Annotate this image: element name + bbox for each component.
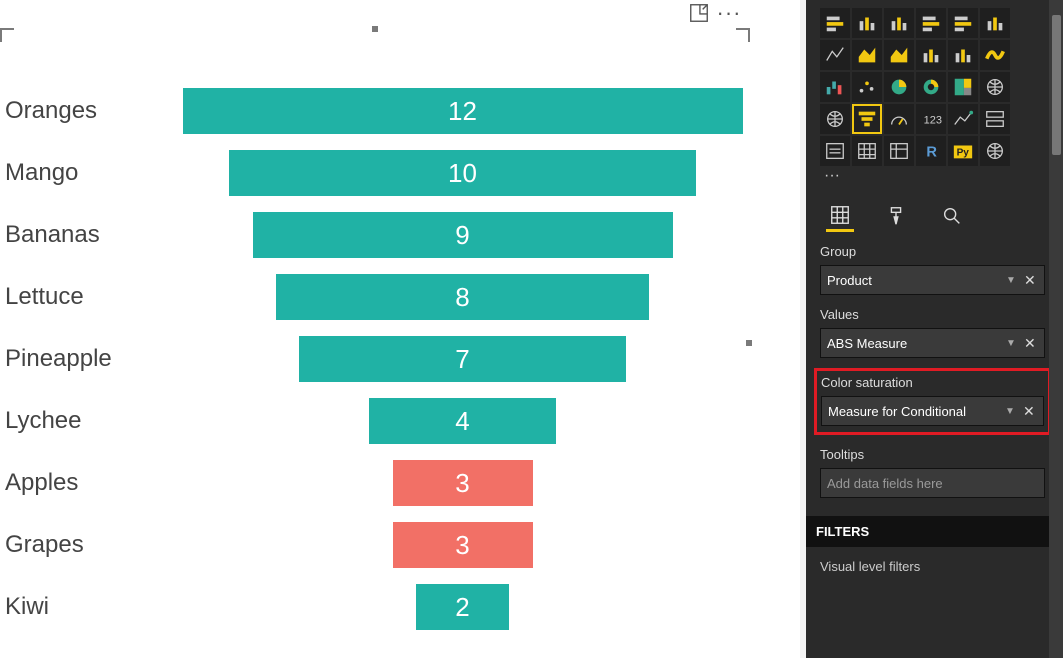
vis-multi-card-icon[interactable] bbox=[980, 104, 1010, 134]
vis-bar-stacked-icon[interactable] bbox=[820, 8, 850, 38]
vis-filled-map-icon[interactable] bbox=[820, 104, 850, 134]
vis-treemap-icon[interactable] bbox=[948, 72, 978, 102]
vis-r-visual-icon[interactable]: R bbox=[916, 136, 946, 166]
chevron-down-icon[interactable]: ▼ bbox=[1006, 338, 1020, 349]
tab-analytics[interactable] bbox=[938, 204, 966, 232]
tooltips-well[interactable]: Add data fields here bbox=[820, 468, 1045, 498]
more-visuals-icon[interactable]: ··· bbox=[820, 166, 850, 186]
chart-row[interactable]: Kiwi 2 bbox=[5, 576, 790, 638]
close-icon[interactable]: ✕ bbox=[1024, 335, 1038, 352]
visual-level-filters-label: Visual level filters bbox=[820, 559, 1045, 574]
visual-gallery: 123 R Py bbox=[820, 8, 1018, 166]
close-icon[interactable]: ✕ bbox=[1024, 272, 1038, 289]
vis-py-visual-icon[interactable]: Py bbox=[948, 136, 978, 166]
pane-scrollbar[interactable] bbox=[1049, 0, 1063, 658]
chart-row[interactable]: Lettuce 8 bbox=[5, 266, 790, 328]
vis-donut-icon[interactable] bbox=[916, 72, 946, 102]
vis-line-icon[interactable] bbox=[820, 40, 850, 70]
chart-row[interactable]: Lychee 4 bbox=[5, 390, 790, 452]
values-label: Values bbox=[820, 307, 1045, 322]
vis-funnel-icon[interactable] bbox=[852, 104, 882, 134]
category-label: Pineapple bbox=[5, 345, 135, 373]
category-label: Lychee bbox=[5, 407, 135, 435]
chart-row[interactable]: Pineapple 7 bbox=[5, 328, 790, 390]
vis-column-stacked-icon[interactable] bbox=[852, 8, 882, 38]
chart-row[interactable]: Grapes 3 bbox=[5, 514, 790, 576]
svg-text:R: R bbox=[926, 145, 937, 161]
visualizations-pane: 123 R Py ··· Group Product ▼ ✕ Values ABS … bbox=[800, 0, 1063, 658]
chevron-down-icon[interactable]: ▼ bbox=[1006, 275, 1020, 286]
vis-pie-icon[interactable] bbox=[884, 72, 914, 102]
group-value: Product bbox=[827, 273, 1002, 288]
color-saturation-well[interactable]: Measure for Conditional ▼ ✕ bbox=[821, 396, 1044, 426]
group-well[interactable]: Product ▼ ✕ bbox=[820, 265, 1045, 295]
svg-text:123: 123 bbox=[924, 115, 942, 127]
tab-format[interactable] bbox=[882, 204, 910, 232]
color-saturation-value: Measure for Conditional bbox=[828, 404, 1001, 419]
bar[interactable]: 8 bbox=[276, 274, 649, 320]
category-label: Bananas bbox=[5, 221, 135, 249]
vis-column-clustered-icon[interactable] bbox=[884, 8, 914, 38]
funnel-chart[interactable]: Oranges 12 Mango 10 Bananas 9 Lettuce 8 Pineappl… bbox=[5, 20, 790, 638]
chart-row[interactable]: Apples 3 bbox=[5, 452, 790, 514]
category-label: Mango bbox=[5, 159, 135, 187]
vis-area-stacked-icon[interactable] bbox=[884, 40, 914, 70]
chart-row[interactable]: Oranges 12 bbox=[5, 80, 790, 142]
bar[interactable]: 12 bbox=[183, 88, 743, 134]
category-label: Kiwi bbox=[5, 593, 135, 621]
vis-gauge-icon[interactable] bbox=[884, 104, 914, 134]
vis-kpi-icon[interactable] bbox=[948, 104, 978, 134]
chart-row[interactable]: Bananas 9 bbox=[5, 204, 790, 266]
tooltips-label: Tooltips bbox=[820, 447, 1045, 462]
color-saturation-highlight: Color saturation Measure for Conditional… bbox=[814, 368, 1051, 435]
vis-line-column-clustered-icon[interactable] bbox=[948, 40, 978, 70]
color-saturation-label: Color saturation bbox=[821, 375, 1044, 390]
tab-fields[interactable] bbox=[826, 204, 854, 232]
vis-column-100-icon[interactable] bbox=[980, 8, 1010, 38]
chevron-down-icon[interactable]: ▼ bbox=[1005, 406, 1019, 417]
chart-row[interactable]: Mango 10 bbox=[5, 142, 790, 204]
bar[interactable]: 7 bbox=[299, 336, 626, 382]
vis-line-column-icon[interactable] bbox=[916, 40, 946, 70]
bar[interactable]: 3 bbox=[393, 522, 533, 568]
values-well[interactable]: ABS Measure ▼ ✕ bbox=[820, 328, 1045, 358]
values-value: ABS Measure bbox=[827, 336, 1002, 351]
group-label: Group bbox=[820, 244, 1045, 259]
vis-bar-clustered-icon[interactable] bbox=[916, 8, 946, 38]
bar[interactable]: 9 bbox=[253, 212, 673, 258]
category-label: Oranges bbox=[5, 97, 135, 125]
svg-text:Py: Py bbox=[957, 148, 970, 159]
category-label: Lettuce bbox=[5, 283, 135, 311]
vis-waterfall-icon[interactable] bbox=[820, 72, 850, 102]
vis-table-icon[interactable] bbox=[852, 136, 882, 166]
pane-tabs bbox=[826, 204, 1045, 232]
bar[interactable]: 10 bbox=[229, 150, 696, 196]
vis-area-icon[interactable] bbox=[852, 40, 882, 70]
close-icon[interactable]: ✕ bbox=[1023, 403, 1037, 420]
category-label: Grapes bbox=[5, 531, 135, 559]
category-label: Apples bbox=[5, 469, 135, 497]
report-canvas[interactable]: ··· Oranges12Mango10Bananas9Lettuce8Pine… bbox=[0, 0, 800, 658]
bar[interactable]: 3 bbox=[393, 460, 533, 506]
vis-ribbon-icon[interactable] bbox=[980, 40, 1010, 70]
vis-matrix-icon[interactable] bbox=[884, 136, 914, 166]
vis-arcgis-icon[interactable] bbox=[980, 136, 1010, 166]
vis-map-globe-icon[interactable] bbox=[980, 72, 1010, 102]
tooltips-placeholder: Add data fields here bbox=[827, 476, 1038, 491]
bar[interactable]: 4 bbox=[369, 398, 556, 444]
bar[interactable]: 2 bbox=[416, 584, 509, 630]
filters-header[interactable]: FILTERS bbox=[806, 516, 1063, 547]
vis-card-icon[interactable]: 123 bbox=[916, 104, 946, 134]
vis-slicer-icon[interactable] bbox=[820, 136, 850, 166]
vis-scatter-icon[interactable] bbox=[852, 72, 882, 102]
vis-bar-100-icon[interactable] bbox=[948, 8, 978, 38]
